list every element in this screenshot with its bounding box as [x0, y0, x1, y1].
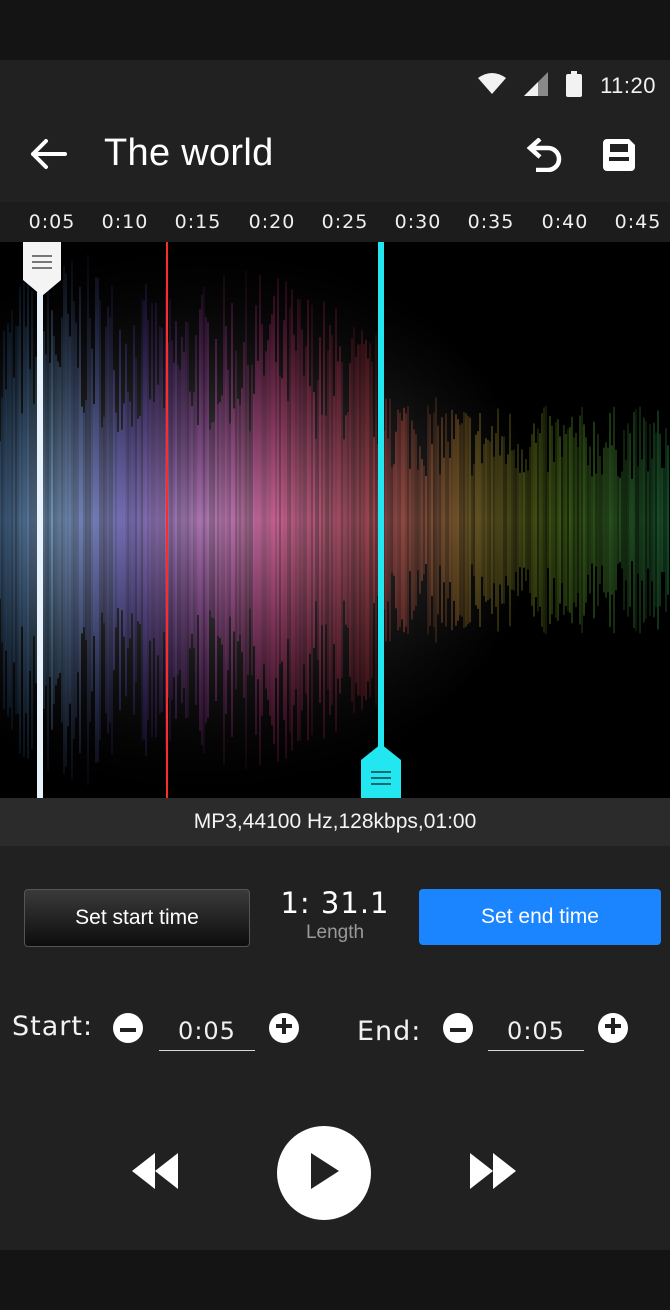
- end-decrement-button[interactable]: [443, 1013, 473, 1043]
- end-label: End:: [357, 1016, 422, 1047]
- waveform-graphic: [0, 242, 670, 798]
- start-increment-button[interactable]: [269, 1013, 299, 1043]
- end-increment-button[interactable]: [598, 1013, 628, 1043]
- length-value: 1: 31.1: [280, 886, 390, 920]
- top-inset: [0, 0, 670, 60]
- length-label: Length: [305, 922, 365, 943]
- save-icon: [601, 137, 637, 178]
- bottom-inset: [0, 1250, 670, 1310]
- cell-signal-icon: [524, 71, 549, 101]
- timeline-tick: 0:30: [394, 211, 442, 233]
- start-decrement-button[interactable]: [113, 1013, 143, 1043]
- timeline-tick: 0:40: [541, 211, 589, 233]
- page-title: The world: [104, 132, 274, 174]
- status-bar: 11:20: [0, 60, 670, 112]
- fast-forward-button[interactable]: [468, 1151, 518, 1195]
- timeline-tick: 0:35: [467, 211, 515, 233]
- undo-button[interactable]: [522, 134, 568, 180]
- end-marker-line[interactable]: [378, 242, 384, 798]
- controls-panel: Set start time 1: 31.1 Length Set end ti…: [0, 846, 670, 1250]
- undo-icon: [526, 136, 564, 177]
- end-time-field[interactable]: 0:05: [488, 1011, 584, 1051]
- file-info: MP3,44100 Hz,128kbps,01:00: [0, 798, 670, 846]
- status-icons: 11:20: [478, 70, 656, 102]
- battery-icon: [566, 70, 583, 102]
- set-start-time-button[interactable]: Set start time: [24, 889, 250, 947]
- save-button[interactable]: [596, 134, 642, 180]
- waveform[interactable]: [0, 242, 670, 798]
- end-marker-handle[interactable]: [361, 744, 401, 798]
- timeline-tick: 0:45: [614, 211, 662, 233]
- timeline-tick: 0:05: [28, 211, 76, 233]
- start-label: Start:: [12, 1011, 94, 1042]
- plus-icon: [276, 1017, 292, 1039]
- timeline-tick: 0:20: [248, 211, 296, 233]
- play-button[interactable]: [277, 1126, 371, 1220]
- start-marker-handle[interactable]: [23, 242, 61, 296]
- rewind-icon: [132, 1152, 178, 1194]
- back-button[interactable]: [26, 134, 70, 178]
- status-time: 11:20: [600, 73, 656, 98]
- set-end-time-button[interactable]: Set end time: [419, 889, 661, 945]
- playhead: [166, 242, 168, 798]
- timeline-tick: 0:10: [101, 211, 149, 233]
- start-time-field[interactable]: 0:05: [159, 1011, 255, 1051]
- minus-icon: [450, 1019, 466, 1037]
- play-icon: [309, 1152, 339, 1194]
- app-bar: The world: [0, 112, 670, 202]
- timeline-tick: 0:25: [321, 211, 369, 233]
- timeline-ruler: 0:05 0:10 0:15 0:20 0:25 0:30 0:35 0:40 …: [0, 202, 670, 242]
- arrow-left-icon: [29, 138, 67, 175]
- rewind-button[interactable]: [130, 1151, 180, 1195]
- minus-icon: [120, 1019, 136, 1037]
- start-marker-line[interactable]: [37, 242, 43, 798]
- timeline-tick: 0:15: [174, 211, 222, 233]
- fast-forward-icon: [470, 1152, 516, 1194]
- plus-icon: [605, 1017, 621, 1039]
- wifi-icon: [478, 72, 507, 100]
